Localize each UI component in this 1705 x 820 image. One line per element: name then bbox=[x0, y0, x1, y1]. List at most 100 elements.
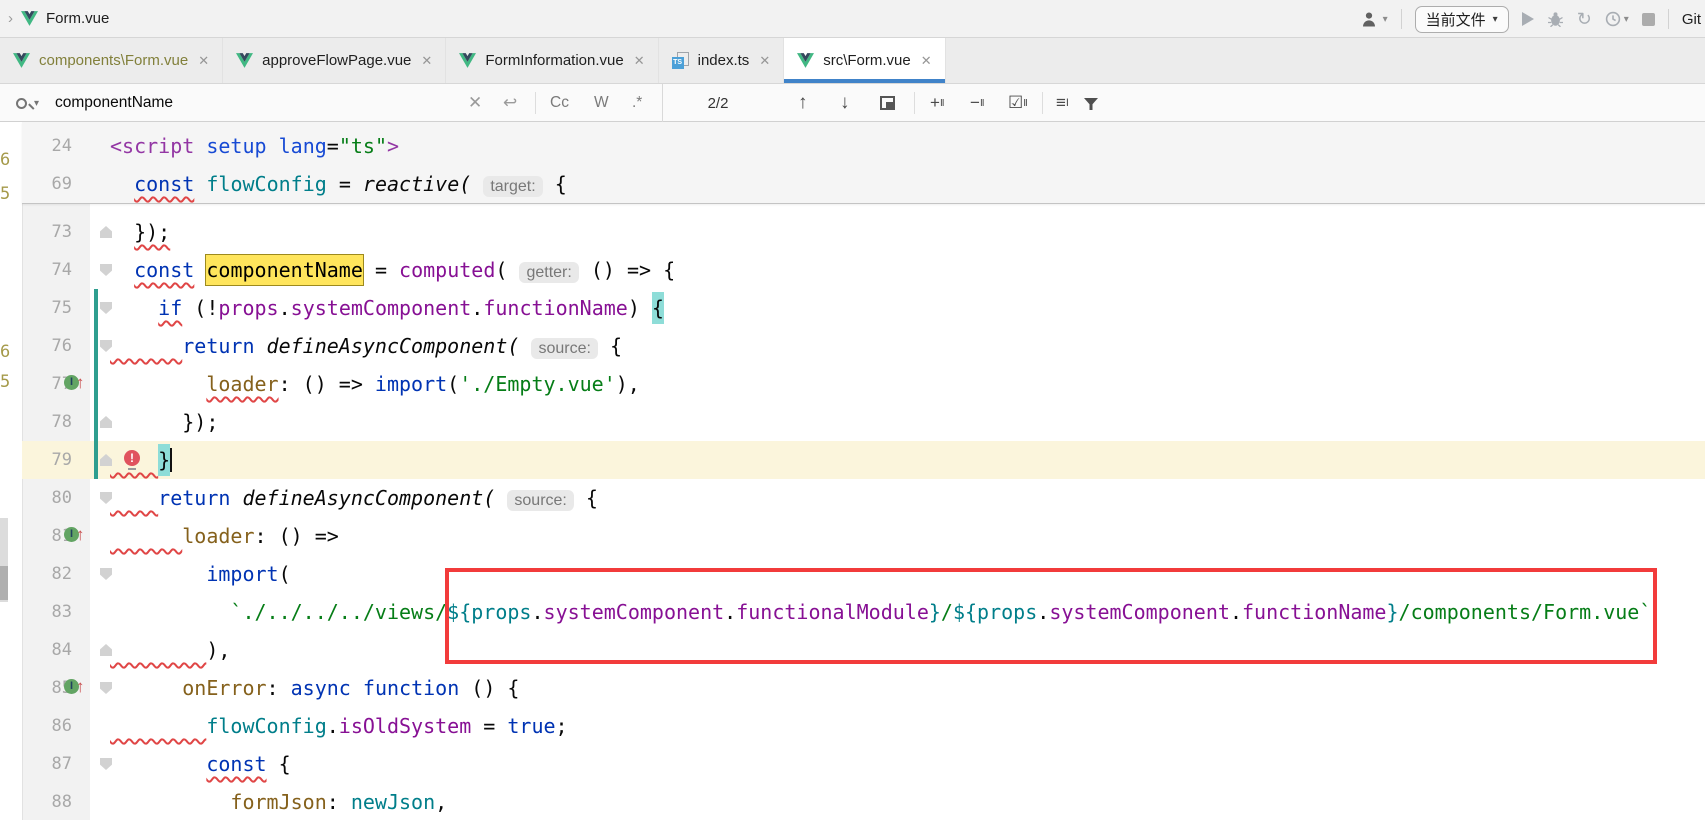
inlay-hint: getter: bbox=[519, 262, 578, 283]
find-window-icon bbox=[880, 96, 895, 110]
code-line: 78 }); bbox=[22, 403, 1705, 441]
title-bar: › Form.vue ▾ 当前文件 ▾ ↻ ▾ bbox=[0, 0, 1705, 38]
user-icon bbox=[1362, 11, 1380, 27]
editor-tab[interactable]: FormInformation.vue ✕ bbox=[446, 38, 658, 83]
code-editor[interactable]: 24<script setup lang="ts">69 const flowC… bbox=[0, 122, 1705, 820]
code-text: flowConfig.isOldSystem = true; bbox=[110, 707, 568, 745]
editor-tab[interactable]: components\Form.vue ✕ bbox=[0, 38, 223, 83]
code-text: } bbox=[110, 441, 172, 479]
chevron-down-icon: ▾ bbox=[1383, 14, 1388, 25]
code-text: const flowConfig = reactive( target: { bbox=[110, 165, 567, 203]
vue-icon bbox=[459, 53, 476, 68]
line-number: 78 bbox=[22, 403, 72, 441]
select-all-occurrences-button[interactable]: ☑II bbox=[1008, 84, 1027, 122]
stop-icon bbox=[1642, 13, 1655, 26]
search-match-highlight: componentName bbox=[206, 255, 363, 285]
clear-search-icon[interactable]: ✕ bbox=[468, 84, 482, 122]
code-text: if (!props.systemComponent.functionName)… bbox=[110, 289, 664, 327]
code-text: return defineAsyncComponent( source: { bbox=[110, 327, 622, 365]
ide-window: › Form.vue ▾ 当前文件 ▾ ↻ ▾ bbox=[0, 0, 1705, 820]
tab-label: components\Form.vue bbox=[39, 52, 188, 69]
code-line: 87 const { bbox=[22, 745, 1705, 783]
code-line: 73 }); bbox=[22, 213, 1705, 251]
clipped-scrollbar-artifact bbox=[0, 518, 8, 602]
editor-tab[interactable]: approveFlowPage.vue✕ bbox=[223, 38, 446, 83]
chevron-down-icon: ▾ bbox=[1493, 14, 1498, 25]
code-text: }); bbox=[110, 403, 218, 441]
code-line: 79! } bbox=[22, 441, 1705, 479]
code-text: ), bbox=[110, 631, 230, 669]
sticky-lines: 24<script setup lang="ts">69 const flowC… bbox=[22, 122, 1705, 204]
search-input[interactable]: componentName bbox=[55, 84, 173, 122]
tab-close-icon[interactable]: ✕ bbox=[921, 53, 932, 69]
bug-icon bbox=[1547, 11, 1564, 27]
separator bbox=[535, 92, 536, 114]
line-number: 88 bbox=[22, 783, 72, 820]
git-widget[interactable]: Git bbox=[1682, 11, 1701, 28]
stop-button[interactable] bbox=[1642, 13, 1655, 26]
line-number: 74 bbox=[22, 251, 72, 289]
run-with-coverage-button[interactable]: ↻ bbox=[1577, 11, 1592, 27]
add-occurrence-button[interactable]: +II bbox=[930, 84, 944, 122]
profiler-button[interactable]: ▾ bbox=[1605, 11, 1629, 27]
vcs-change-bar[interactable] bbox=[94, 289, 98, 479]
magnifier-lens bbox=[16, 98, 27, 109]
code-text: const componentName = computed( getter: … bbox=[110, 251, 675, 289]
highlight-results-button[interactable]: ≡I bbox=[1056, 84, 1068, 122]
code-text: loader: () => import('./Empty.vue'), bbox=[110, 365, 640, 403]
text-caret bbox=[170, 448, 172, 472]
editor-tab[interactable]: TSindex.ts✕ bbox=[659, 38, 785, 83]
next-occurrence-button[interactable]: ↓ bbox=[840, 84, 850, 122]
code-line: 80 return defineAsyncComponent( source: … bbox=[22, 479, 1705, 517]
code-line: 77I↑ loader: () => import('./Empty.vue')… bbox=[22, 365, 1705, 403]
code-text: import( bbox=[110, 555, 291, 593]
search-icon[interactable]: ▾ bbox=[16, 84, 52, 122]
match-case-toggle[interactable]: Cc bbox=[550, 84, 569, 122]
debug-button[interactable] bbox=[1547, 11, 1564, 27]
code-line: 81I↑ loader: () => bbox=[22, 517, 1705, 555]
code-text: <script setup lang="ts"> bbox=[110, 127, 399, 165]
annotation-rectangle bbox=[445, 568, 1657, 664]
line-number: 83 bbox=[22, 593, 72, 631]
gutter-marker-icon[interactable]: I↑ bbox=[64, 375, 85, 390]
typescript-icon: TS bbox=[672, 52, 689, 69]
chevron-down-icon: ▾ bbox=[1624, 14, 1629, 25]
gutter-marker-icon[interactable]: I↑ bbox=[64, 527, 85, 542]
clipped-text-artifact: 5 bbox=[0, 372, 14, 392]
tab-close-icon[interactable]: ✕ bbox=[759, 53, 770, 69]
run-button[interactable] bbox=[1522, 12, 1534, 26]
editor-tab[interactable]: src\Form.vue ✕ bbox=[784, 38, 945, 83]
newline-icon[interactable]: ↩ bbox=[503, 84, 517, 122]
code-text: onError: async function () { bbox=[110, 669, 519, 707]
open-in-find-window-button[interactable] bbox=[880, 84, 895, 122]
inlay-hint: target: bbox=[483, 176, 542, 197]
inlay-hint: source: bbox=[507, 490, 573, 511]
vue-icon bbox=[21, 11, 38, 26]
user-account-button[interactable]: ▾ bbox=[1362, 11, 1388, 27]
play-icon bbox=[1522, 12, 1534, 26]
code-text: formJson: newJson, bbox=[110, 783, 447, 820]
inlay-hint: source: bbox=[531, 338, 597, 359]
tab-label: FormInformation.vue bbox=[485, 52, 623, 69]
gutter-marker-icon[interactable]: I↑ bbox=[64, 679, 85, 694]
filter-funnel-icon bbox=[1084, 97, 1098, 110]
tab-close-icon[interactable]: ✕ bbox=[421, 53, 432, 69]
remove-occurrence-button[interactable]: −II bbox=[970, 84, 984, 122]
tab-close-icon[interactable]: ✕ bbox=[198, 53, 209, 69]
breadcrumb-chevron-icon: › bbox=[8, 10, 13, 27]
run-config-label: 当前文件 bbox=[1426, 9, 1486, 30]
find-bar: ▾ componentName ✕ ↩ Cc W .* 2/2 ↑ ↓ +II … bbox=[0, 84, 1705, 122]
tab-close-icon[interactable]: ✕ bbox=[634, 53, 645, 69]
line-number: 80 bbox=[22, 479, 72, 517]
whole-words-toggle[interactable]: W bbox=[594, 84, 609, 122]
line-number: 84 bbox=[22, 631, 72, 669]
previous-occurrence-button[interactable]: ↑ bbox=[798, 84, 808, 122]
line-number: 24 bbox=[22, 127, 72, 165]
run-configuration-dropdown[interactable]: 当前文件 ▾ bbox=[1415, 6, 1509, 33]
tab-label: src\Form.vue bbox=[823, 52, 911, 69]
regex-toggle[interactable]: .* bbox=[632, 84, 642, 122]
code-line: 88 formJson: newJson, bbox=[22, 783, 1705, 820]
filter-button[interactable] bbox=[1084, 84, 1098, 122]
line-number: 76 bbox=[22, 327, 72, 365]
code-text: loader: () => bbox=[110, 517, 339, 555]
